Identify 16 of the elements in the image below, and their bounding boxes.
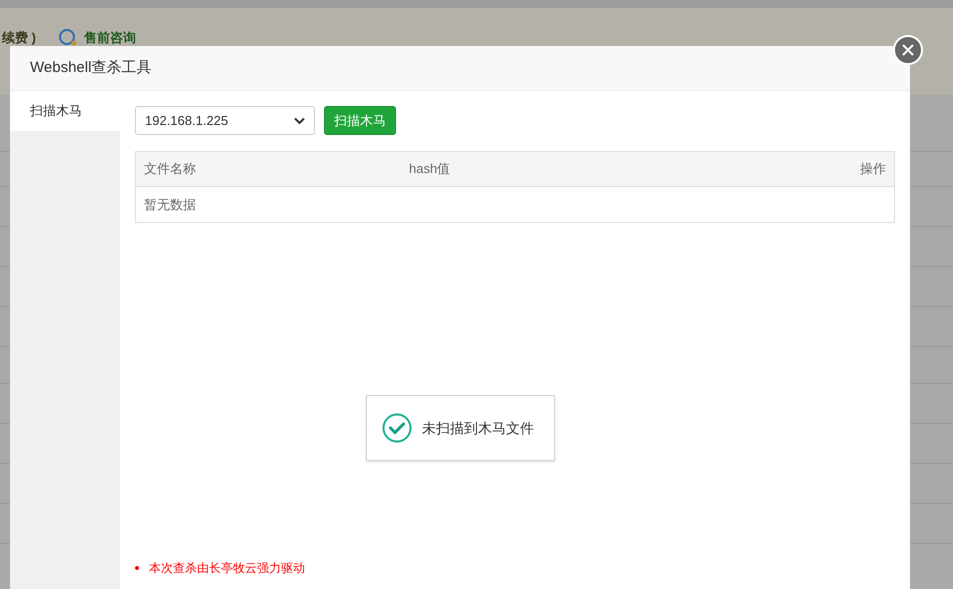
close-icon: [902, 44, 914, 56]
presales-link[interactable]: 售前咨询: [84, 28, 136, 48]
chevron-down-icon: [294, 116, 305, 124]
check-circle-icon: [382, 413, 412, 443]
toast: 未扫描到木马文件: [366, 395, 555, 461]
chat-icon: [58, 28, 78, 47]
note-text: 本次查杀由长亭牧云强力驱动: [149, 560, 305, 577]
dialog-title: Webshell查杀工具: [30, 58, 152, 78]
empty-message: 暂无数据: [144, 196, 196, 214]
sidebar-tab[interactable]: 扫描木马: [10, 91, 120, 131]
column-header: 操作: [860, 160, 886, 178]
column-header: hash值: [409, 160, 452, 178]
server-select[interactable]: 192.168.1.225: [135, 106, 315, 135]
column-header: 文件名称: [144, 160, 197, 178]
bullet-icon: [135, 566, 139, 570]
header-text: 续费 ): [2, 29, 36, 47]
